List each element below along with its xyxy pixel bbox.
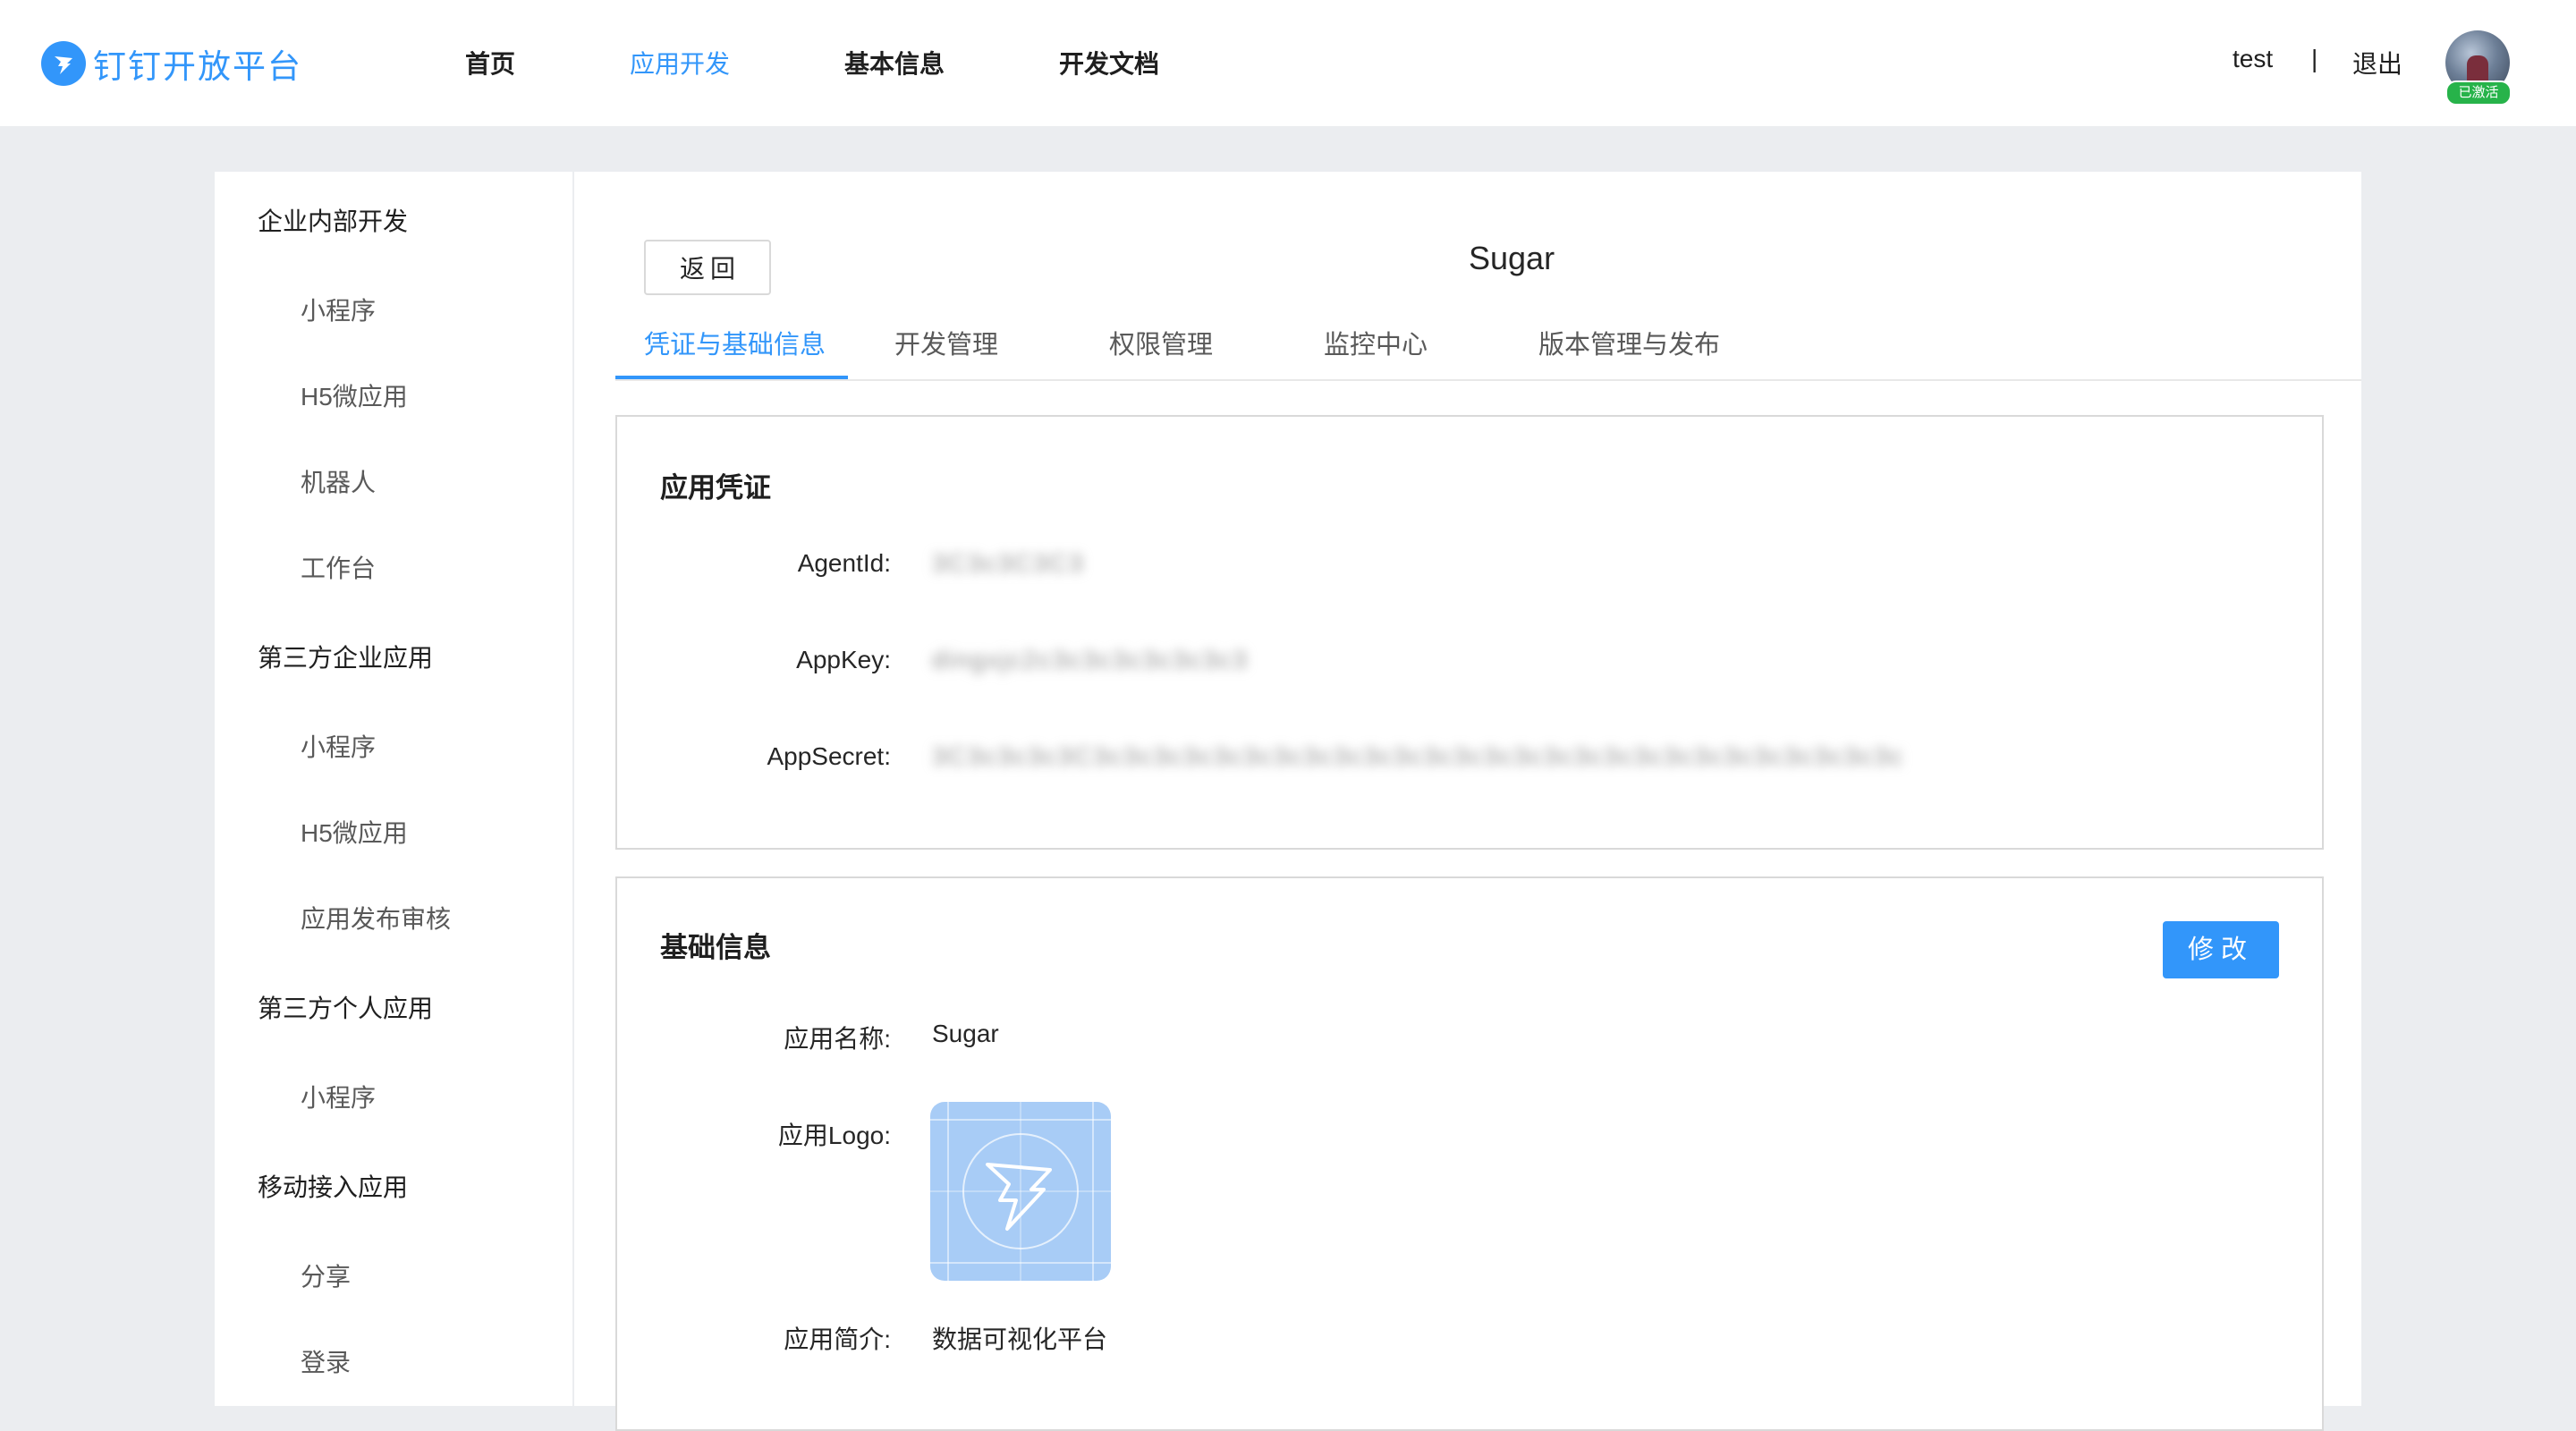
nav-dev-docs[interactable]: 开发文档: [1059, 45, 1159, 80]
credentials-title: 应用凭证: [660, 472, 771, 504]
sidebar-group-third-party-personal[interactable]: 第三方个人应用: [258, 989, 433, 1025]
basic-info-title: 基础信息: [660, 932, 771, 963]
nav-basic-info[interactable]: 基本信息: [844, 45, 945, 80]
app-logo-label: 应用Logo:: [777, 1122, 891, 1149]
edit-button[interactable]: 修改: [2163, 921, 2279, 978]
sidebar-item-mini-program[interactable]: 小程序: [301, 1079, 376, 1114]
logout-link[interactable]: 退出: [2352, 45, 2402, 80]
nav-home[interactable]: 首页: [465, 45, 515, 80]
tab-permissions[interactable]: 权限管理: [1109, 324, 1213, 361]
tab-version-release[interactable]: 版本管理与发布: [1538, 324, 1720, 361]
sidebar-item-login[interactable]: 登录: [301, 1343, 351, 1379]
user-avatar[interactable]: 已激活: [2442, 30, 2513, 106]
sidebar-item-mini-program[interactable]: 小程序: [301, 728, 376, 764]
app-desc-value: 数据可视化平台: [932, 1325, 1108, 1353]
appsecret-value: 3C3c3c3c3C3c3c3c3c3c3c3c3c3c3c3c3c3c3c3c…: [932, 742, 1904, 770]
sidebar-item-share[interactable]: 分享: [301, 1257, 351, 1293]
app-logo-image: [930, 1102, 1111, 1281]
sidebar: 企业内部开发 小程序 H5微应用 机器人 工作台 第三方企业应用 小程序 H5微…: [215, 172, 572, 1406]
sidebar-item-workbench[interactable]: 工作台: [301, 549, 376, 585]
main-content: 返回 Sugar 凭证与基础信息 开发管理 权限管理 监控中心 版本管理与发布 …: [574, 172, 2361, 1431]
user-separator: |: [2311, 45, 2318, 72]
brand-name: 钉钉开放平台: [93, 48, 302, 85]
agentid-label: AgentId:: [797, 549, 891, 577]
tab-credentials[interactable]: 凭证与基础信息: [644, 324, 826, 361]
username: test: [2233, 45, 2274, 72]
back-button[interactable]: 返回: [644, 240, 771, 295]
tab-bar: 凭证与基础信息 开发管理 权限管理 监控中心 版本管理与发布: [615, 309, 2361, 381]
basic-info-card: 基础信息 修改 应用名称: Sugar 应用Logo: 应用简介: 数据可视化平…: [615, 876, 2324, 1431]
appsecret-label: AppSecret:: [767, 742, 891, 770]
agentid-value: 3C3c3C3C3: [932, 549, 1085, 577]
brand-logo[interactable]: 钉钉开放平台: [41, 39, 302, 88]
app-name-label: 应用名称:: [784, 1025, 891, 1053]
appkey-value: dingxjc2c3c3c3c3c3c3c3: [932, 646, 1249, 673]
app-name-value: Sugar: [932, 1020, 999, 1047]
credentials-card: 应用凭证 AgentId: 3C3c3C3C3 AppKey: dingxjc2…: [615, 415, 2324, 850]
sidebar-group-internal[interactable]: 企业内部开发: [258, 202, 408, 238]
sidebar-item-robot[interactable]: 机器人: [301, 463, 376, 499]
sidebar-item-mini-program[interactable]: 小程序: [301, 292, 376, 327]
sidebar-group-mobile[interactable]: 移动接入应用: [258, 1168, 408, 1204]
appkey-label: AppKey:: [796, 646, 891, 673]
top-navbar: 钉钉开放平台 首页 应用开发 基本信息 开发文档 test | 退出 已激活: [0, 0, 2576, 126]
active-tab-indicator: [615, 376, 848, 379]
sidebar-item-h5[interactable]: H5微应用: [301, 377, 408, 413]
status-badge: 已激活: [2445, 80, 2512, 106]
tab-dev-management[interactable]: 开发管理: [894, 324, 998, 361]
tab-monitoring[interactable]: 监控中心: [1324, 324, 1428, 361]
nav-app-dev[interactable]: 应用开发: [630, 45, 730, 80]
sidebar-group-third-party-enterprise[interactable]: 第三方企业应用: [258, 639, 433, 674]
sidebar-item-h5[interactable]: H5微应用: [301, 814, 408, 850]
sidebar-item-publish-review[interactable]: 应用发布审核: [301, 900, 451, 936]
page-title: Sugar: [1469, 240, 1555, 276]
dingtalk-logo-icon: [41, 41, 86, 86]
app-desc-label: 应用简介:: [784, 1325, 891, 1353]
